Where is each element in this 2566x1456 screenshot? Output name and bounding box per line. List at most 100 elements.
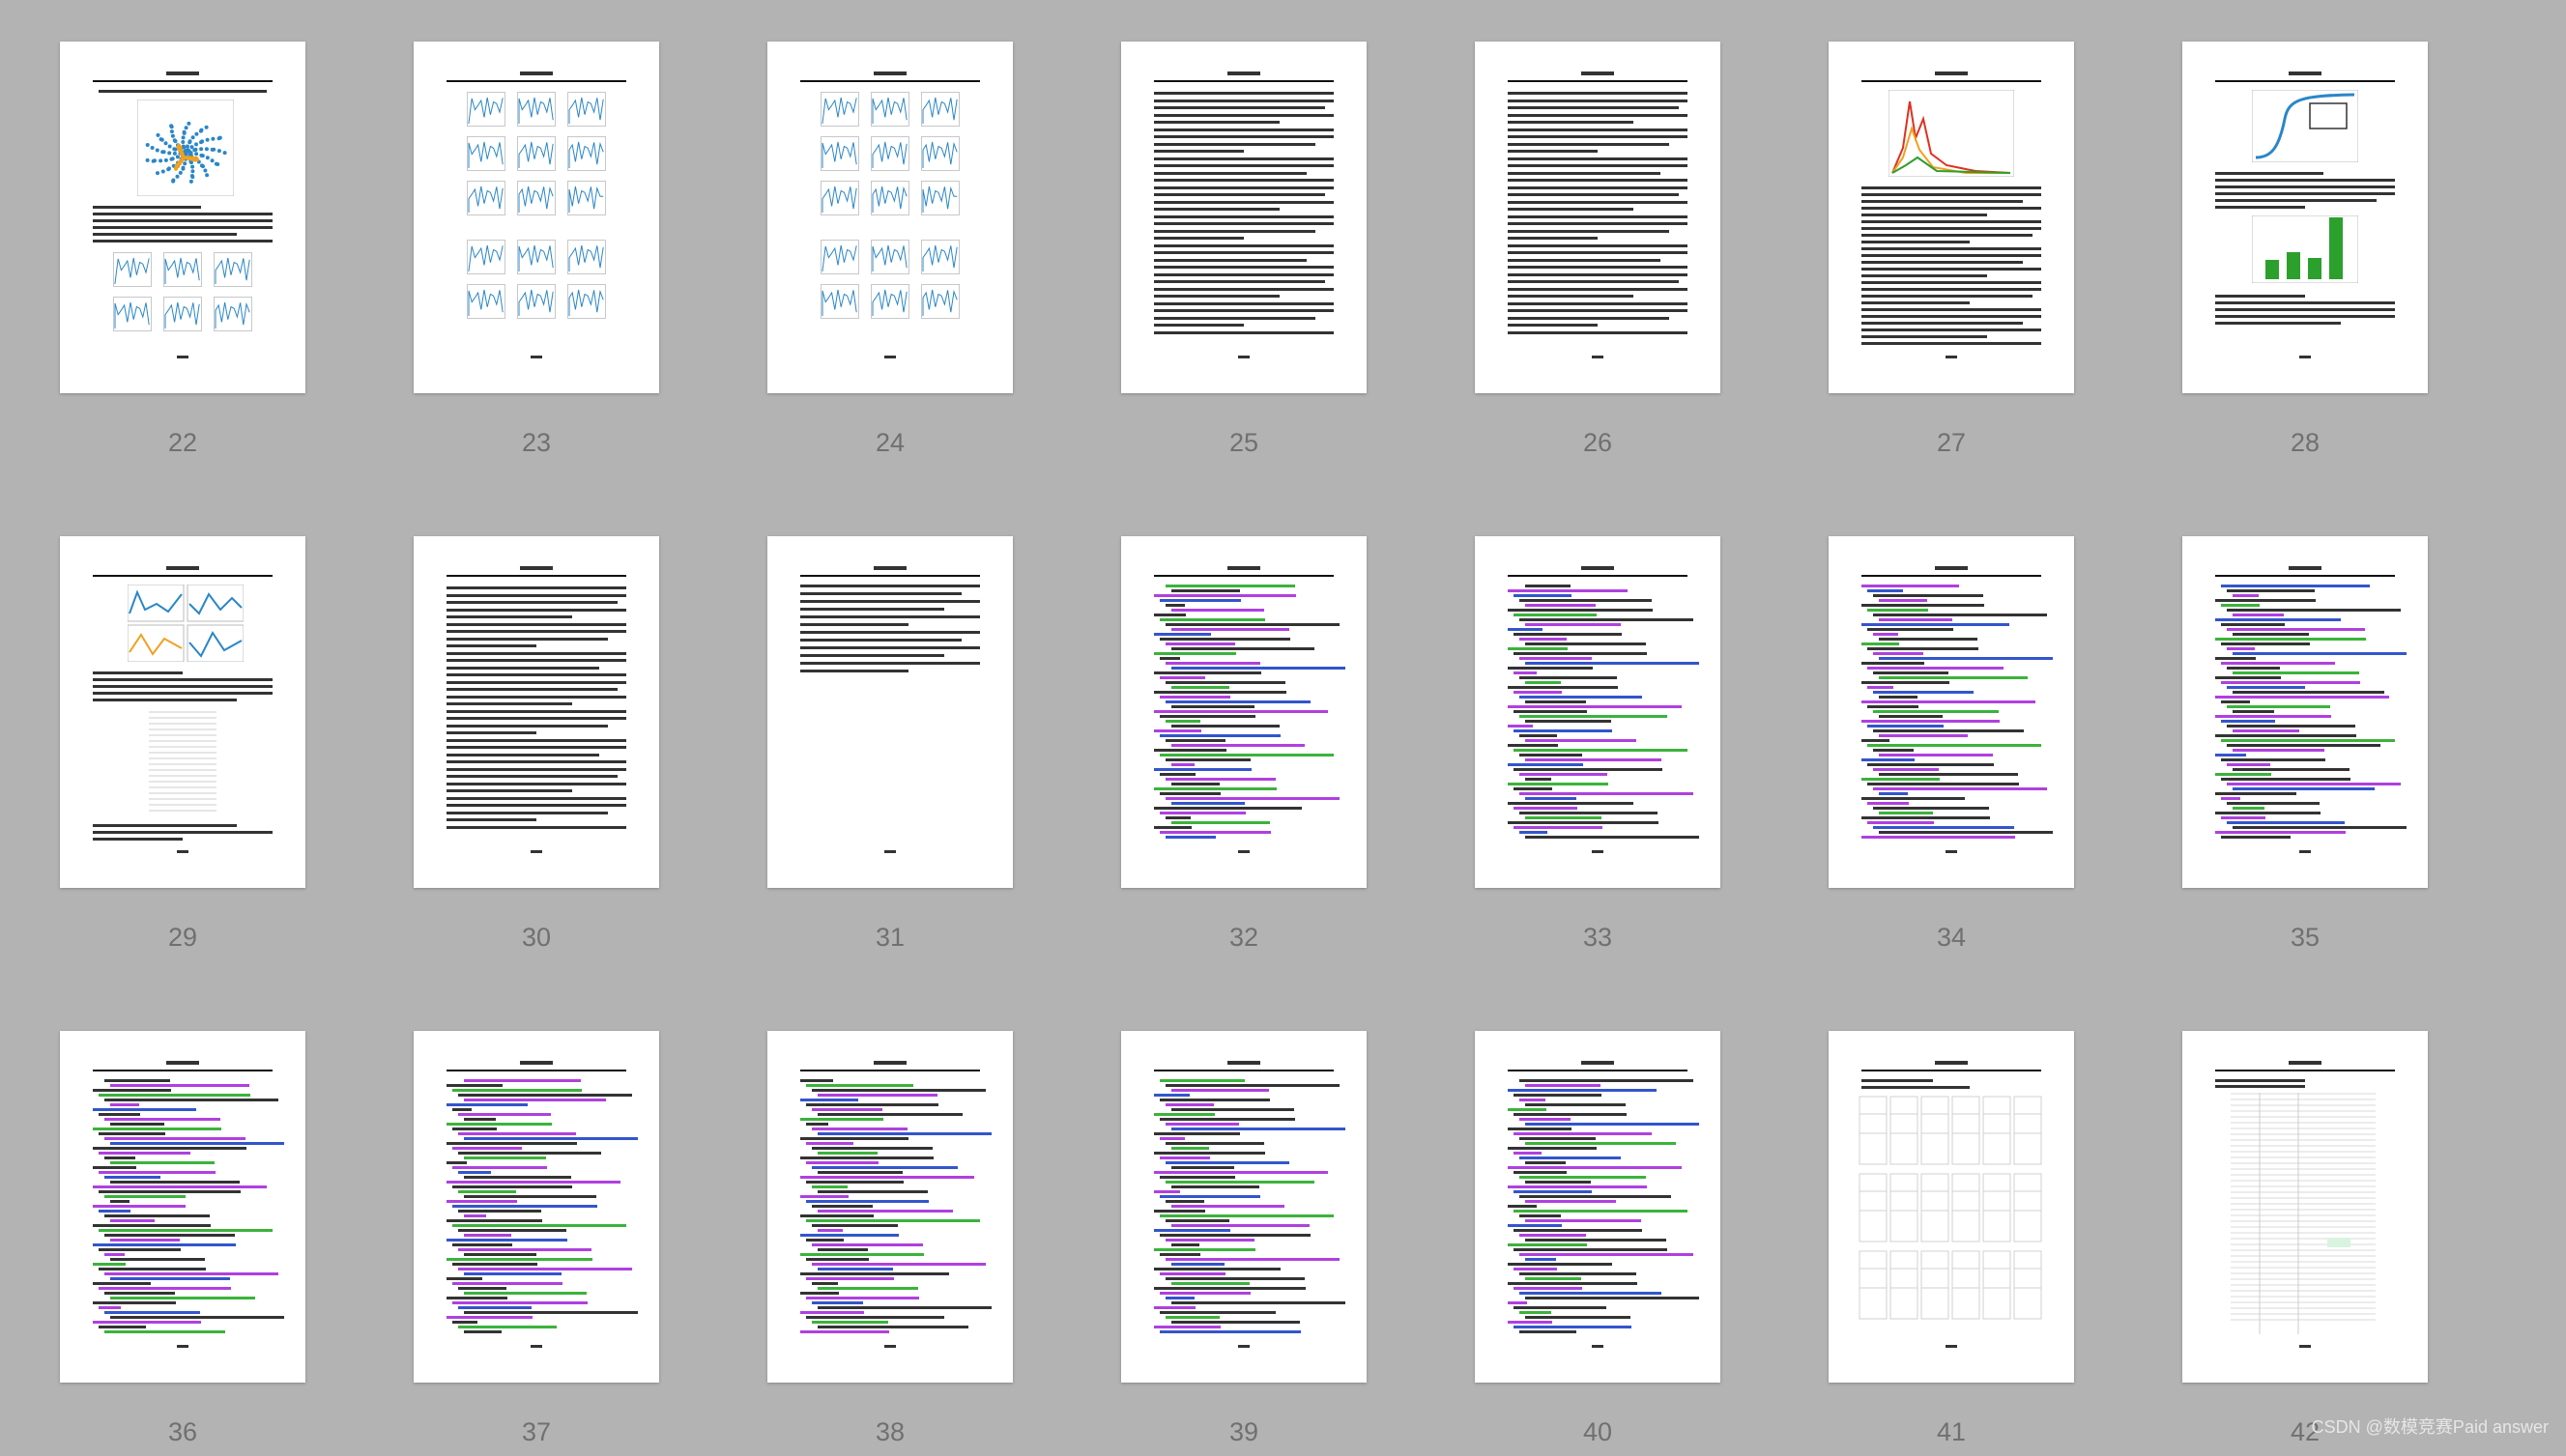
page-preview[interactable] bbox=[767, 1031, 1013, 1383]
page-footer-number bbox=[1946, 356, 1957, 358]
text-line bbox=[1154, 287, 1334, 291]
page-footer-number bbox=[177, 356, 188, 358]
code-line bbox=[464, 1214, 486, 1217]
text-line bbox=[800, 631, 980, 634]
text-line bbox=[2215, 1085, 2305, 1088]
mini-chart bbox=[921, 92, 960, 127]
page-preview[interactable] bbox=[1829, 536, 2074, 888]
text-line bbox=[1508, 157, 1687, 160]
code-line bbox=[93, 1128, 221, 1130]
code-line bbox=[1514, 1171, 1567, 1174]
code-line bbox=[1519, 1214, 1561, 1217]
code-line bbox=[1160, 754, 1334, 757]
code-line bbox=[1154, 671, 1261, 674]
code-line bbox=[464, 1311, 638, 1314]
code-line bbox=[812, 1321, 888, 1324]
code-line bbox=[1160, 1156, 1210, 1159]
code-line bbox=[1867, 686, 1893, 689]
code-line bbox=[1879, 715, 1943, 718]
page-preview[interactable] bbox=[60, 536, 305, 888]
code-line bbox=[110, 1103, 139, 1106]
page-preview[interactable] bbox=[1121, 42, 1367, 393]
code-line bbox=[1154, 1094, 1190, 1097]
code-line bbox=[1508, 1224, 1562, 1227]
page-preview[interactable] bbox=[1475, 1031, 1720, 1383]
page-preview[interactable] bbox=[1475, 536, 1720, 888]
mini-chart bbox=[517, 240, 556, 274]
page-preview[interactable] bbox=[414, 536, 659, 888]
code-line bbox=[1166, 623, 1340, 626]
code-line bbox=[2221, 720, 2275, 723]
mini-chart bbox=[821, 240, 859, 274]
page-preview[interactable] bbox=[1475, 42, 1720, 393]
page-preview[interactable] bbox=[60, 42, 305, 393]
mini-chart bbox=[821, 284, 859, 319]
text-line bbox=[800, 646, 980, 649]
text-line bbox=[447, 608, 626, 612]
code-line bbox=[2227, 609, 2401, 612]
page-preview[interactable] bbox=[2182, 42, 2428, 393]
code-line bbox=[1154, 1248, 1255, 1251]
code-line bbox=[1867, 667, 2004, 670]
code-line bbox=[2233, 826, 2407, 829]
page-preview[interactable] bbox=[1121, 536, 1367, 888]
code-line bbox=[1508, 1128, 1571, 1130]
code-line bbox=[800, 1214, 874, 1217]
code-line bbox=[110, 1239, 180, 1242]
page-preview[interactable] bbox=[414, 1031, 659, 1383]
code-line bbox=[1514, 826, 1602, 829]
code-line bbox=[464, 1272, 562, 1275]
code-line bbox=[806, 1239, 844, 1242]
page-preview[interactable] bbox=[767, 42, 1013, 393]
code-line bbox=[2233, 729, 2299, 732]
page-preview[interactable] bbox=[60, 1031, 305, 1383]
mini-chart bbox=[113, 297, 152, 331]
text-line bbox=[1154, 301, 1334, 305]
page-preview[interactable] bbox=[1829, 1031, 2074, 1383]
code-line bbox=[1166, 816, 1191, 819]
code-line bbox=[464, 1118, 496, 1121]
page-preview[interactable] bbox=[2182, 1031, 2428, 1383]
page-preview[interactable] bbox=[414, 42, 659, 393]
code-line bbox=[1160, 676, 1205, 679]
code-line bbox=[1514, 1210, 1687, 1213]
code-line bbox=[1171, 1282, 1250, 1285]
text-line bbox=[447, 651, 626, 655]
code-line bbox=[104, 1234, 235, 1237]
text-line bbox=[1508, 208, 1633, 211]
code-line bbox=[2233, 671, 2359, 674]
code-line bbox=[1154, 1210, 1205, 1213]
code-line bbox=[458, 1268, 632, 1270]
code-line bbox=[1166, 836, 1216, 839]
page-preview[interactable] bbox=[1121, 1031, 1367, 1383]
code-line bbox=[447, 1258, 592, 1261]
code-line bbox=[93, 1263, 126, 1266]
page-header-text bbox=[874, 71, 907, 75]
text-line bbox=[2215, 192, 2395, 195]
page-header-rule bbox=[1861, 80, 2041, 82]
code-line bbox=[2233, 787, 2375, 790]
page-preview[interactable] bbox=[767, 536, 1013, 888]
code-line bbox=[1160, 1272, 1225, 1275]
code-line bbox=[104, 1272, 278, 1275]
page-preview[interactable] bbox=[1829, 42, 2074, 393]
code-line bbox=[1171, 1224, 1310, 1227]
code-line bbox=[458, 1306, 532, 1309]
code-line bbox=[1514, 1152, 1542, 1155]
code-line bbox=[104, 1079, 170, 1082]
code-line bbox=[1525, 642, 1646, 645]
code-line bbox=[1519, 831, 1547, 834]
code-line bbox=[93, 1301, 176, 1304]
page-number-label: 41 bbox=[1936, 1417, 1967, 1446]
data-table bbox=[2231, 1093, 2376, 1334]
text-line bbox=[99, 90, 267, 93]
page-number-label: 25 bbox=[1228, 428, 1259, 457]
code-line bbox=[812, 1282, 838, 1285]
text-line bbox=[1861, 288, 2041, 291]
page-header-text bbox=[2289, 566, 2321, 570]
code-line bbox=[1514, 1113, 1627, 1116]
code-line bbox=[1166, 720, 1200, 723]
code-line bbox=[1525, 604, 1596, 607]
page-preview[interactable] bbox=[2182, 536, 2428, 888]
code-line bbox=[110, 1297, 255, 1299]
